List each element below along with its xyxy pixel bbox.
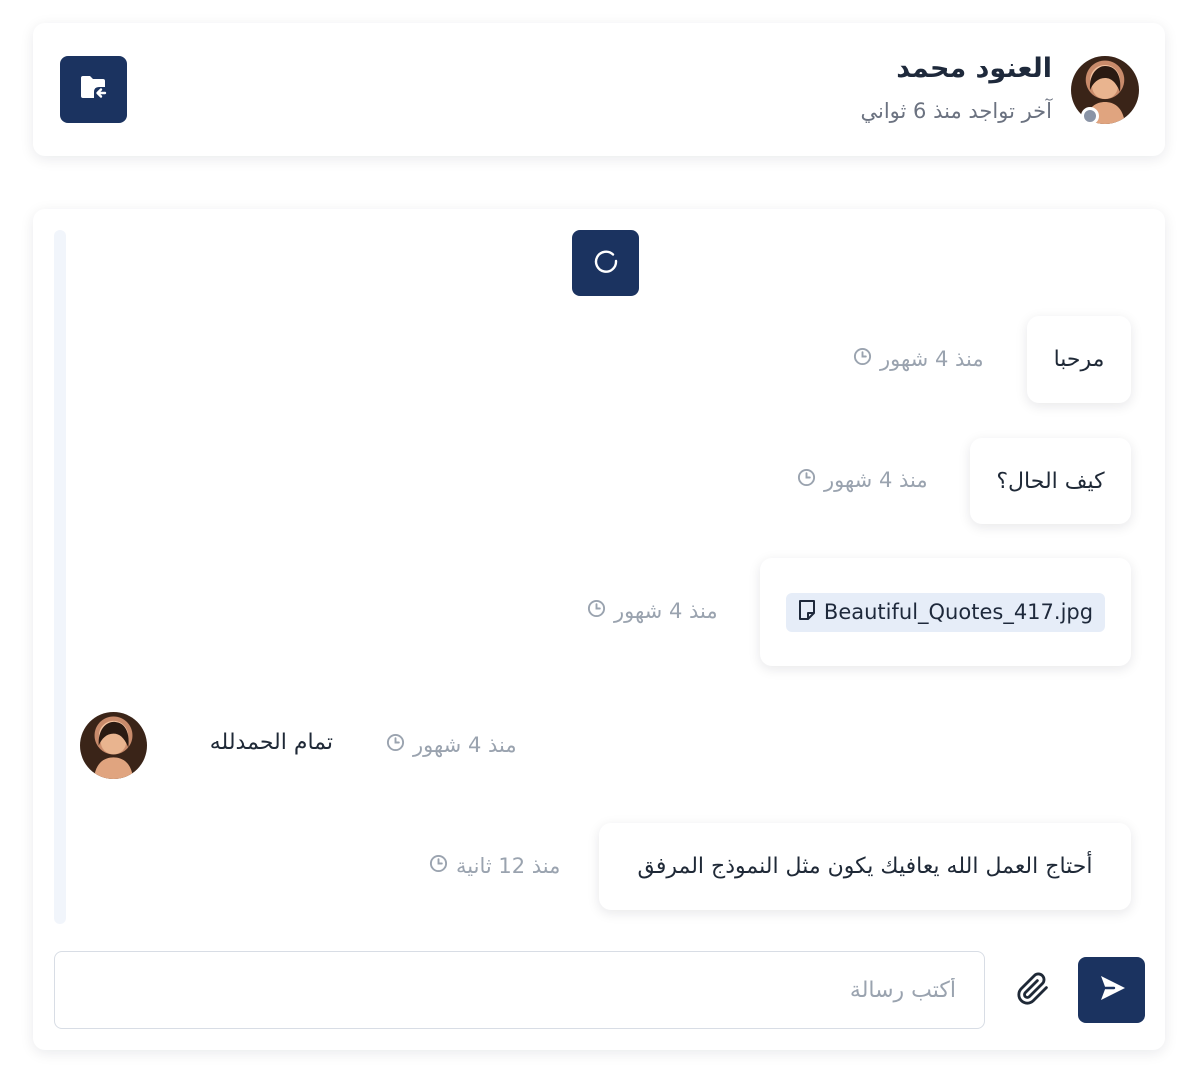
message-text: كيف الحال؟ — [996, 468, 1105, 494]
file-icon — [798, 599, 816, 626]
message-text: تمام الحمدلله — [209, 730, 333, 755]
message-bubble: أحتاج العمل الله يعافيك يكون مثل النموذج… — [599, 823, 1131, 910]
file-name: Beautiful_Quotes_417.jpg — [823, 600, 1094, 624]
attach-button[interactable] — [1013, 971, 1053, 1011]
chat-header: العنود محمد آخر تواجد منذ 6 ثواني — [33, 23, 1165, 156]
file-attachment[interactable]: Beautiful_Quotes_417.jpg — [785, 592, 1106, 632]
folder-share-icon — [79, 74, 109, 106]
clock-icon — [797, 468, 816, 492]
chat-panel: مرحبا منذ 4 شهور كيف الحال؟ منذ 4 شهور B… — [33, 209, 1165, 1050]
message-input[interactable] — [54, 951, 985, 1029]
send-button[interactable] — [1078, 957, 1145, 1023]
timestamp-text: منذ 4 شهور — [824, 468, 928, 492]
paperclip-icon — [1016, 972, 1050, 1010]
load-more-button[interactable] — [572, 230, 639, 296]
timestamp-text: منذ 4 شهور — [614, 599, 718, 623]
message-timestamp: منذ 4 شهور — [386, 733, 517, 757]
timestamp-text: منذ 4 شهور — [413, 733, 517, 757]
clock-icon — [386, 733, 405, 757]
message-timestamp: منذ 4 شهور — [587, 599, 718, 623]
message-bubble: مرحبا — [1027, 316, 1131, 403]
message-timestamp: منذ 12 ثانية — [429, 854, 560, 878]
timestamp-text: منذ 4 شهور — [880, 347, 984, 371]
message-text: أحتاج العمل الله يعافيك يكون مثل النموذج… — [637, 854, 1093, 879]
refresh-icon — [592, 247, 620, 279]
status-dot — [1081, 107, 1099, 125]
timestamp-text: منذ 12 ثانية — [456, 854, 561, 878]
send-icon — [1097, 973, 1127, 1007]
clock-icon — [429, 854, 448, 878]
message-timestamp: منذ 4 شهور — [853, 347, 984, 371]
shared-files-button[interactable] — [60, 56, 127, 123]
message-bubble: كيف الحال؟ — [970, 438, 1131, 524]
message-timestamp: منذ 4 شهور — [797, 468, 928, 492]
last-seen-status: آخر تواجد منذ 6 ثواني — [860, 99, 1052, 123]
message-text: مرحبا — [1053, 347, 1105, 372]
scrollbar[interactable] — [54, 230, 66, 924]
message-bubble-file: Beautiful_Quotes_417.jpg — [760, 558, 1131, 666]
clock-icon — [853, 347, 872, 371]
contact-name: العنود محمد — [896, 53, 1052, 84]
contact-avatar — [80, 712, 147, 779]
clock-icon — [587, 599, 606, 623]
